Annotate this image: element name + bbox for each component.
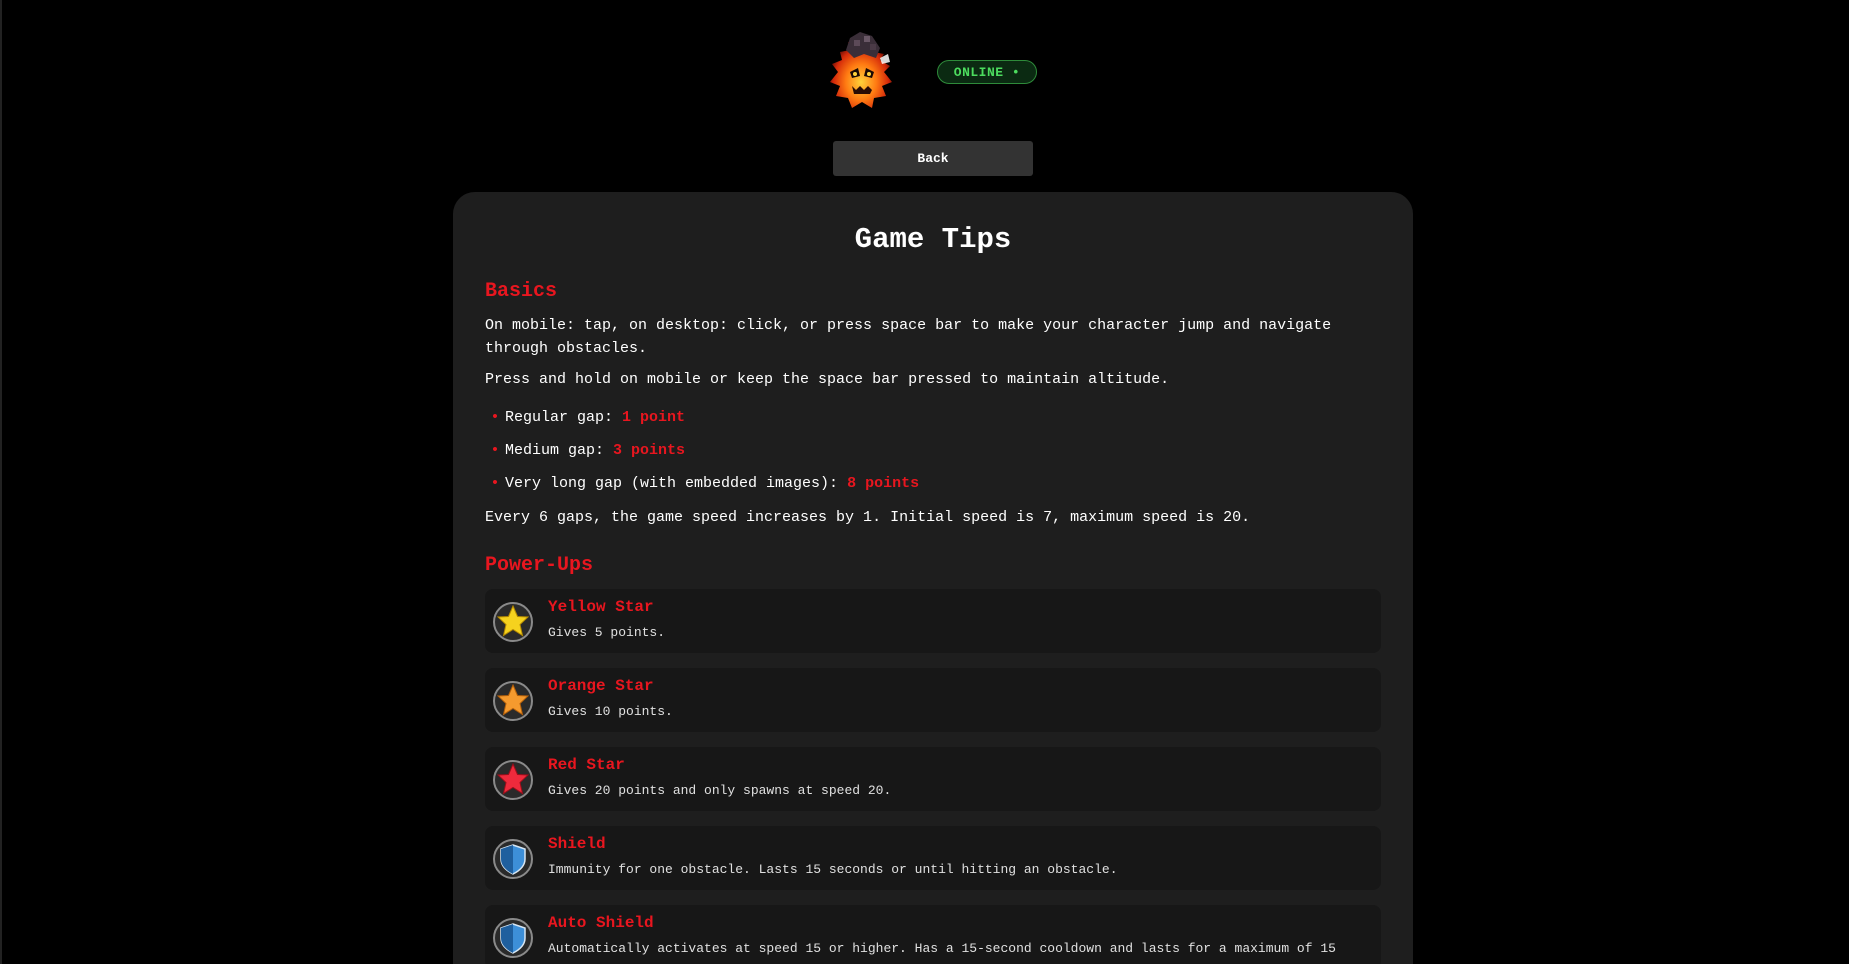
list-item: • Medium gap: 3 points xyxy=(485,434,1381,467)
shield-icon xyxy=(493,839,533,879)
gap-label: Medium gap: xyxy=(505,442,614,459)
orange-star-icon xyxy=(493,681,533,721)
tips-card: Game Tips Basics On mobile: tap, on desk… xyxy=(453,192,1413,964)
powerup-name: Shield xyxy=(548,835,606,853)
powerup-desc: Gives 20 points and only spawns at speed… xyxy=(548,783,892,798)
powerup-desc: Gives 10 points. xyxy=(548,704,673,719)
gap-points-list: • Regular gap: 1 point • Medium gap: 3 poi… xyxy=(485,401,1381,500)
powerup-item-auto-shield: Auto Shield Automatically activates at s… xyxy=(485,905,1381,964)
powerup-name: Orange Star xyxy=(548,677,654,695)
gap-label: Regular gap: xyxy=(505,409,623,426)
powerup-item-orange-star: Orange Star Gives 10 points. xyxy=(485,668,1381,732)
gap-points: 8 points xyxy=(847,475,920,492)
list-item: • Regular gap: 1 point xyxy=(485,401,1381,434)
basics-paragraph-altitude: Press and hold on mobile or keep the spa… xyxy=(485,371,1170,388)
gap-points: 3 points xyxy=(613,442,686,459)
bullet-icon: • xyxy=(490,409,500,426)
flaming-skull-logo-icon[interactable] xyxy=(820,28,904,112)
scrollbar[interactable] xyxy=(0,0,2,964)
bullet-icon: • xyxy=(490,442,500,459)
bullet-icon: • xyxy=(490,475,500,492)
gap-points: 1 point xyxy=(622,409,686,426)
powerup-name: Yellow Star xyxy=(548,598,654,616)
powerup-desc: Gives 5 points. xyxy=(548,625,666,640)
status-badge: ONLINE • xyxy=(937,60,1037,84)
powerup-desc: Automatically activates at speed 15 or h… xyxy=(548,941,1336,956)
red-star-icon xyxy=(493,760,533,800)
back-button[interactable]: Back xyxy=(833,141,1033,176)
yellow-star-icon xyxy=(493,602,533,642)
powerup-list: Yellow Star Gives 5 points. Orange Star … xyxy=(485,589,1381,964)
basics-paragraph-controls: On mobile: tap, on desktop: click, or pr… xyxy=(485,317,1332,357)
powerup-item-red-star: Red Star Gives 20 points and only spawns… xyxy=(485,747,1381,811)
powerup-item-yellow-star: Yellow Star Gives 5 points. xyxy=(485,589,1381,653)
powerup-name: Red Star xyxy=(548,756,625,774)
gap-label: Very long gap (with embedded images): xyxy=(505,475,848,492)
page-title: Game Tips xyxy=(854,223,1012,256)
powerups-heading: Power-Ups xyxy=(485,554,594,577)
powerup-desc: Immunity for one obstacle. Lasts 15 seco… xyxy=(548,862,1118,877)
list-item: • Very long gap (with embedded images): 8… xyxy=(485,467,1381,500)
basics-heading: Basics xyxy=(485,280,558,303)
auto-shield-icon xyxy=(493,918,533,958)
powerup-item-shield: Shield Immunity for one obstacle. Lasts … xyxy=(485,826,1381,890)
header: ONLINE • xyxy=(0,24,1849,114)
game-tips-page: ONLINE • Back Game Tips Basics On mobile… xyxy=(0,0,1849,964)
powerup-name: Auto Shield xyxy=(548,914,654,932)
speed-note: Every 6 gaps, the game speed increases b… xyxy=(485,509,1251,526)
